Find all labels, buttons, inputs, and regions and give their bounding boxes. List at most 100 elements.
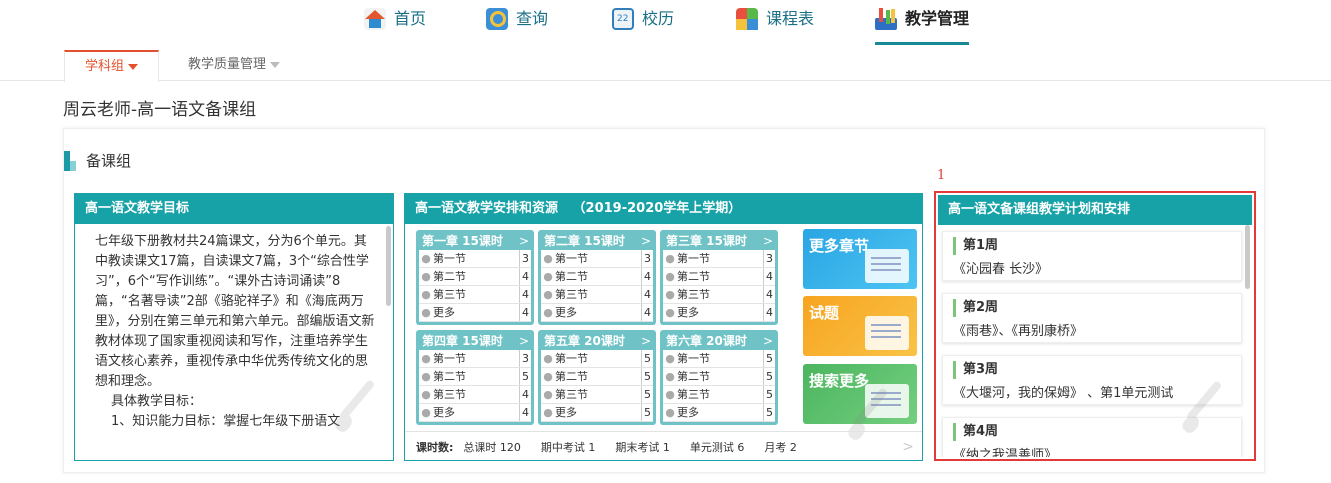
calendar-icon [612, 8, 634, 30]
chapter-row[interactable]: ● 第一节 3 [419, 250, 531, 268]
scrollbar[interactable] [1245, 225, 1250, 289]
nav-calendar-label: 校历 [642, 9, 675, 28]
bullet-icon: ● [421, 370, 431, 383]
scrollbar[interactable] [386, 226, 391, 306]
section-name: 第二节 [677, 370, 710, 383]
tests-label: 试题 [809, 304, 840, 322]
chapter-row[interactable]: ● 第一节 5 [663, 350, 775, 368]
bullet-icon: ● [665, 352, 675, 365]
chapter-title: 第一章 15课时 [422, 234, 503, 248]
tab-teaching-quality[interactable]: 教学质量管理 [168, 50, 300, 81]
section-count: 5 [519, 368, 531, 385]
bullet-icon: ● [543, 252, 553, 265]
week-item[interactable]: 第2周 《雨巷》、《再别康桥》 [942, 293, 1242, 343]
section-name: 第三节 [555, 388, 588, 401]
stats-label: 课时数: [416, 440, 454, 454]
chapter-row[interactable]: ● 第三节 4 [541, 286, 653, 304]
bullet-icon: ● [665, 252, 675, 265]
nav-teaching-manage-label: 教学管理 [905, 9, 970, 28]
chapter-row[interactable]: ● 第二节 5 [419, 368, 531, 386]
chapter-row[interactable]: ● 第一节 5 [541, 350, 653, 368]
bullet-icon: ● [543, 270, 553, 283]
top-nav: 首页 查询 校历 课程表 教学管理 [0, 0, 1331, 45]
section-name: 更多 [677, 306, 699, 319]
chapter-row[interactable]: ● 第一节 3 [541, 250, 653, 268]
chapter-row[interactable]: ● 更多 4 [663, 304, 775, 322]
section-name: 第三节 [677, 288, 710, 301]
chapter-card[interactable]: 第五章 20课时 > ● 第一节 5 ● 第二节 5 ● 第三节 5 ● 更多 5 [538, 330, 656, 425]
section-count: 5 [641, 404, 653, 421]
nav-teaching-manage[interactable]: 教学管理 [875, 8, 970, 45]
nav-home-label: 首页 [394, 9, 427, 28]
tests-button[interactable]: 试题 [803, 296, 917, 356]
chapter-card[interactable]: 第一章 15课时 > ● 第一节 3 ● 第二节 4 ● 第三节 4 ● 更多 4 [416, 230, 534, 325]
chapter-row[interactable]: ● 更多 4 [541, 304, 653, 322]
chapter-row[interactable]: ● 第一节 3 [419, 350, 531, 368]
brush-watermark-icon [327, 376, 387, 436]
sub-tabs: 学科组 教学质量管理 [0, 49, 1331, 82]
section-count: 5 [763, 404, 775, 421]
section-name: 更多 [433, 406, 455, 419]
chapter-row[interactable]: ● 第三节 4 [419, 386, 531, 404]
chapter-row[interactable]: ● 更多 5 [663, 404, 775, 422]
chapter-row[interactable]: ● 第三节 5 [663, 386, 775, 404]
section-name: 第二节 [555, 370, 588, 383]
section-count: 3 [763, 250, 775, 267]
nav-calendar[interactable]: 校历 [612, 8, 674, 44]
annotation-marker: 1 [937, 168, 946, 183]
teaching-plan-panel: 高一语文备课组教学计划和安排 第1周 《沁园春 长沙》 第2周 《雨巷》、《再别… [934, 191, 1256, 461]
section-count: 4 [519, 286, 531, 303]
chapter-row[interactable]: ● 第二节 4 [663, 268, 775, 286]
nav-timetable[interactable]: 课程表 [736, 8, 814, 44]
chapter-card[interactable]: 第三章 15课时 > ● 第一节 3 ● 第二节 4 ● 第三节 4 ● 更多 4 [660, 230, 778, 325]
chapter-row[interactable]: ● 第二节 4 [419, 268, 531, 286]
chapter-card[interactable]: 第六章 20课时 > ● 第一节 5 ● 第二节 5 ● 第三节 5 ● 更多 5 [660, 330, 778, 425]
stat-item: 总课时 120 [463, 440, 521, 454]
brush-watermark-icon [1174, 377, 1234, 437]
section-count: 5 [763, 386, 775, 403]
bullet-icon: ● [421, 388, 431, 401]
section-count: 4 [641, 304, 653, 321]
section-name: 更多 [555, 406, 577, 419]
section-name: 第二节 [433, 270, 466, 283]
chapter-row[interactable]: ● 第二节 5 [663, 368, 775, 386]
section-count: 4 [519, 404, 531, 421]
more-chapters-button[interactable]: 更多章节 [803, 229, 917, 289]
section-count: 3 [519, 250, 531, 267]
stat-item: 月考 2 [764, 440, 797, 454]
chapter-row[interactable]: ● 更多 4 [419, 404, 531, 422]
section-name: 第一节 [555, 352, 588, 365]
chevron-right-icon[interactable]: > [902, 439, 914, 455]
section-count: 4 [519, 304, 531, 321]
nav-search[interactable]: 查询 [486, 8, 548, 44]
nav-home[interactable]: 首页 [364, 8, 426, 44]
bullet-icon: ● [543, 306, 553, 319]
chapter-row[interactable]: ● 第三节 4 [663, 286, 775, 304]
chapter-row[interactable]: ● 第二节 4 [541, 268, 653, 286]
section-count: 4 [763, 304, 775, 321]
chapter-row[interactable]: ● 第三节 5 [541, 386, 653, 404]
section-name: 第一节 [677, 252, 710, 265]
section-count: 5 [641, 368, 653, 385]
chapter-card[interactable]: 第四章 15课时 > ● 第一节 3 ● 第二节 5 ● 第三节 4 ● 更多 4 [416, 330, 534, 425]
chapter-row[interactable]: ● 第二节 5 [541, 368, 653, 386]
chapter-row[interactable]: ● 更多 4 [419, 304, 531, 322]
chapter-row[interactable]: ● 第一节 3 [663, 250, 775, 268]
chapter-row[interactable]: ● 更多 5 [541, 404, 653, 422]
schedule-term: （2019-2020学年上学期） [572, 201, 742, 216]
chapter-row[interactable]: ● 第三节 4 [419, 286, 531, 304]
week-list[interactable]: 第1周 《沁园春 长沙》 第2周 《雨巷》、《再别康桥》 第3周 《大堰河，我的… [936, 227, 1254, 457]
section-name: 第一节 [555, 252, 588, 265]
section-count: 5 [641, 350, 653, 367]
tab-subject-group[interactable]: 学科组 [64, 50, 160, 82]
chapter-card[interactable]: 第二章 15课时 > ● 第一节 3 ● 第二节 4 ● 第三节 4 ● 更多 4 [538, 230, 656, 325]
tab-subject-group-label: 学科组 [85, 59, 125, 74]
section-count: 4 [641, 268, 653, 285]
week-item[interactable]: 第1周 《沁园春 长沙》 [942, 231, 1242, 281]
more-chapters-label: 更多章节 [809, 237, 870, 255]
section-name: 第二节 [555, 270, 588, 283]
bullet-icon: ● [543, 370, 553, 383]
bullet-icon: ● [665, 288, 675, 301]
goals-text[interactable]: 七年级下册教材共24篇课文，分为6个单元。其中教读课文17篇，自读课文7篇，3个… [75, 224, 393, 460]
bullet-icon: ● [665, 370, 675, 383]
